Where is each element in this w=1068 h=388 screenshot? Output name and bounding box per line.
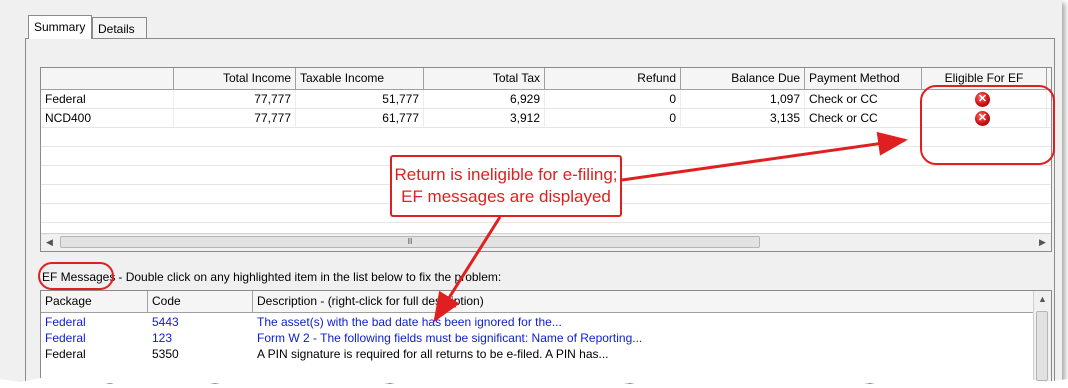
callout-line-1: Return is ineligible for e-filing; (394, 165, 618, 184)
arrow-to-eligible (621, 131, 908, 182)
ineligible-callout: Return is ineligible for e-filing; EF me… (390, 155, 622, 217)
tab-summary[interactable]: Summary (28, 15, 92, 39)
torn-edge (0, 378, 1068, 388)
arrow-to-ef-list (433, 216, 502, 323)
callout-line-2: EF messages are displayed (401, 187, 611, 206)
arrow-to-ef-label (118, 217, 410, 276)
